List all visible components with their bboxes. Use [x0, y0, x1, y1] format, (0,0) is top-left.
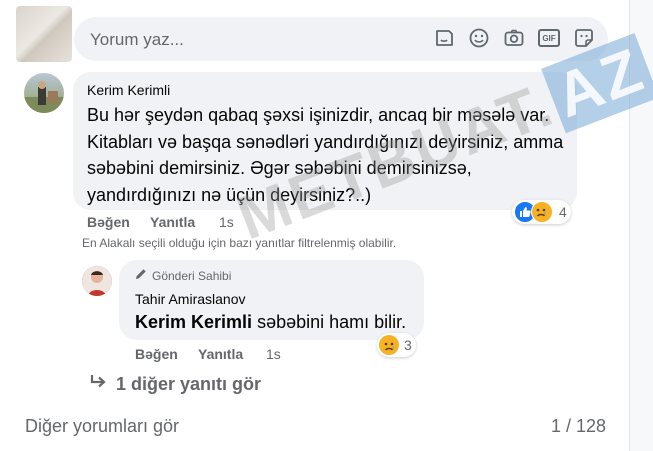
comment-count: 1 / 128: [551, 416, 607, 436]
author-badge: Gönderi Sahibi: [135, 268, 231, 283]
reply-button[interactable]: Yanıtla: [150, 214, 195, 230]
comment-author[interactable]: Kerim Kerimli: [87, 82, 170, 98]
reply-text: Kerim Kerimli səbəbini hamı bilir.: [135, 312, 406, 333]
reply-arrow-icon: [89, 374, 107, 395]
like-button[interactable]: Bəğen: [135, 346, 178, 362]
avatar[interactable]: [82, 266, 112, 296]
reaction-summary[interactable]: 4: [512, 200, 571, 224]
reaction-count: 3: [404, 337, 412, 353]
reaction-summary[interactable]: 3: [377, 333, 416, 357]
view-more-replies-link[interactable]: 1 diğer yanıtı gör: [89, 374, 261, 395]
sad-reaction-icon: [531, 201, 553, 223]
gif-icon[interactable]: GIF: [537, 26, 561, 50]
comment-timestamp[interactable]: 1s: [219, 214, 234, 230]
sticker-smile-icon[interactable]: [432, 26, 456, 50]
reply-button[interactable]: Yanıtla: [198, 346, 243, 362]
camera-icon[interactable]: [502, 26, 526, 50]
filter-note: En Alakalı seçili olduğu için bazı yanıt…: [82, 236, 397, 250]
view-more-replies-label: 1 diğer yanıtı gör: [116, 374, 262, 394]
reply-body: səbəbini hamı bilir.: [257, 312, 407, 332]
avatar[interactable]: [24, 73, 64, 113]
emoji-icon[interactable]: [467, 26, 491, 50]
sad-reaction-icon: [379, 335, 399, 355]
author-badge-label: Gönderi Sahibi: [152, 268, 232, 283]
like-button[interactable]: Bəğen: [87, 214, 130, 230]
comment-timestamp[interactable]: 1s: [266, 346, 281, 362]
sticker-icon[interactable]: [572, 26, 596, 50]
reply-author[interactable]: Tahir Amiraslanov: [135, 291, 246, 307]
current-user-avatar: [16, 6, 72, 62]
view-more-comments-link[interactable]: Diğer yorumları gör: [25, 416, 179, 437]
comment-input[interactable]: [88, 29, 422, 51]
comment-composer[interactable]: GIF: [74, 17, 608, 61]
mention-link[interactable]: Kerim Kerimli: [135, 312, 252, 332]
reaction-count: 4: [559, 204, 567, 220]
pencil-icon: [135, 268, 147, 283]
